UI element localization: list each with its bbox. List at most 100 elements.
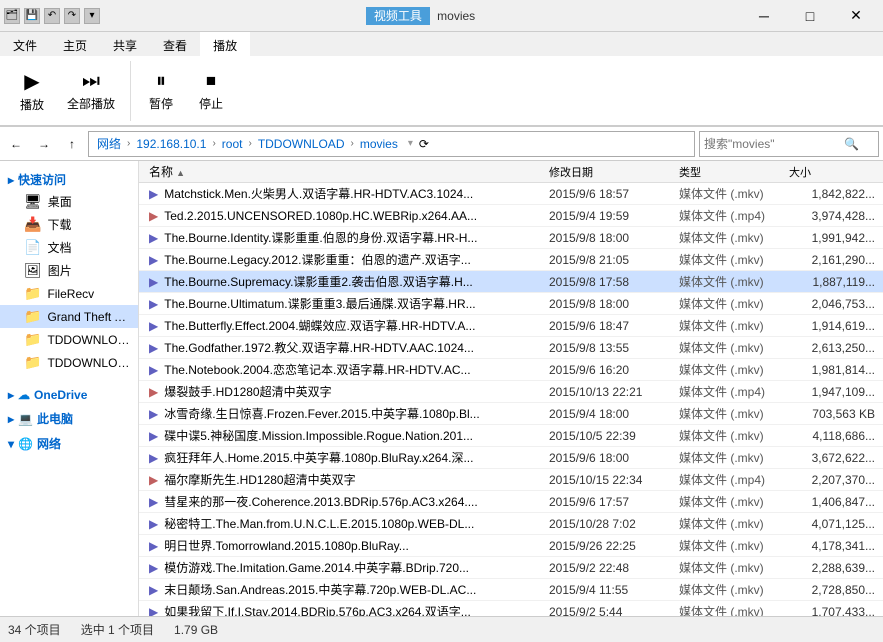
- up-button[interactable]: ↑: [60, 132, 84, 156]
- sidebar-item-desktop[interactable]: 🖥 桌面: [0, 190, 138, 213]
- sidebar-item-gta[interactable]: 📁 Grand Theft Auto: [0, 305, 138, 328]
- title-bar-title: 视频工具 movies: [100, 7, 741, 24]
- network-group[interactable]: ▾ 🌐 网络: [0, 429, 138, 454]
- quick-access-group[interactable]: ▸ 快速访问: [0, 165, 138, 190]
- table-row[interactable]: ▶ The.Butterfly.Effect.2004.蝴蝶效应.双语字幕.HR…: [139, 315, 883, 337]
- onedrive-group[interactable]: ▸ ☁ OneDrive: [0, 382, 138, 404]
- table-row[interactable]: ▶ 爆裂鼓手.HD1280超清中英双字 2015/10/13 22:21 媒体文…: [139, 381, 883, 403]
- undo-btn[interactable]: ↶: [44, 8, 60, 24]
- table-row[interactable]: ▶ 如果我留下.If.I.Stay.2014.BDRip.576p.AC3.x2…: [139, 601, 883, 616]
- sidebar-pictures-label: 图片: [48, 262, 72, 279]
- window-title: movies: [437, 9, 475, 23]
- file-size-cell: 1,991,942...: [783, 229, 883, 247]
- maximize-button[interactable]: □: [787, 0, 833, 32]
- dropdown-btn[interactable]: ▾: [84, 8, 100, 24]
- file-type-icon: ▶: [149, 605, 158, 617]
- table-row[interactable]: ▶ 末日颠场.San.Andreas.2015.中英字幕.720p.WEB-DL…: [139, 579, 883, 601]
- table-row[interactable]: ▶ Ted.2.2015.UNCENSORED.1080p.HC.WEBRip.…: [139, 205, 883, 227]
- table-row[interactable]: ▶ 彗星来的那一夜.Coherence.2013.BDRip.576p.AC3.…: [139, 491, 883, 513]
- table-row[interactable]: ▶ 冰雪奇缘.生日惊喜.Frozen.Fever.2015.中英字幕.1080p…: [139, 403, 883, 425]
- minimize-button[interactable]: ─: [741, 0, 787, 32]
- file-size-cell: 1,947,109...: [783, 383, 883, 401]
- file-name-cell: ▶ 碟中谍5.神秘国度.Mission.Impossible.Rogue.Nat…: [143, 425, 543, 446]
- sidebar-item-downloads[interactable]: 📥 下载: [0, 213, 138, 236]
- sidebar-item-documents[interactable]: 📄 文档: [0, 236, 138, 259]
- file-name-cell: ▶ 爆裂鼓手.HD1280超清中英双字: [143, 381, 543, 402]
- file-date-cell: 2015/9/8 17:58: [543, 273, 673, 291]
- column-headers: 名称 ▲ 修改日期 类型 大小: [139, 161, 883, 183]
- table-row[interactable]: ▶ The.Godfather.1972.教父.双语字幕.HR-HDTV.AAC…: [139, 337, 883, 359]
- file-type-cell: 媒体文件 (.mkv): [673, 491, 783, 512]
- search-box[interactable]: 🔍: [699, 131, 879, 157]
- table-row[interactable]: ▶ 模仿游戏.The.Imitation.Game.2014.中英字幕.BDri…: [139, 557, 883, 579]
- close-button[interactable]: ✕: [833, 0, 879, 32]
- file-type-icon: ▶: [149, 495, 158, 509]
- table-row[interactable]: ▶ The.Bourne.Legacy.2012.谍影重重：伯恩的遗产.双语字.…: [139, 249, 883, 271]
- computer-group[interactable]: ▸ 💻 此电脑: [0, 404, 138, 429]
- quick-access-btn[interactable]: 💾: [24, 8, 40, 24]
- filerecv-icon: 📁: [24, 285, 41, 302]
- refresh-icon[interactable]: ⟳: [419, 137, 429, 151]
- file-name-label: 模仿游戏.The.Imitation.Game.2014.中英字幕.BDrip.…: [164, 559, 469, 576]
- search-input[interactable]: [704, 137, 844, 151]
- search-icon[interactable]: 🔍: [844, 137, 859, 151]
- table-row[interactable]: ▶ 碟中谍5.神秘国度.Mission.Impossible.Rogue.Nat…: [139, 425, 883, 447]
- file-name-cell: ▶ Matchstick.Men.火柴男人.双语字幕.HR-HDTV.AC3.1…: [143, 183, 543, 204]
- col-header-size[interactable]: 大小: [783, 162, 883, 182]
- play-all-btn[interactable]: ⏭ 全部播放: [58, 65, 124, 117]
- stop-btn[interactable]: ⏹ 停止: [187, 65, 235, 117]
- path-network[interactable]: 网络: [93, 135, 125, 152]
- table-row[interactable]: ▶ The.Bourne.Ultimatum.谍影重重3.最后通牒.双语字幕.H…: [139, 293, 883, 315]
- table-row[interactable]: ▶ The.Bourne.Supremacy.谍影重重2.袭击伯恩.双语字幕.H…: [139, 271, 883, 293]
- tab-share[interactable]: 共享: [100, 32, 150, 56]
- path-ip[interactable]: 192.168.10.1: [132, 137, 210, 151]
- file-name-label: 福尔摩斯先生.HD1280超清中英双字: [164, 471, 355, 488]
- table-row[interactable]: ▶ 疯狂拜年人.Home.2015.中英字幕.1080p.BluRay.x264…: [139, 447, 883, 469]
- quick-access-arrow: ▸: [8, 173, 14, 187]
- table-row[interactable]: ▶ 秘密特工.The.Man.from.U.N.C.L.E.2015.1080p…: [139, 513, 883, 535]
- tab-home[interactable]: 主页: [50, 32, 100, 56]
- file-date-cell: 2015/10/28 7:02: [543, 515, 673, 533]
- path-root[interactable]: root: [218, 137, 247, 151]
- table-row[interactable]: ▶ 福尔摩斯先生.HD1280超清中英双字 2015/10/15 22:34 媒…: [139, 469, 883, 491]
- file-type-cell: 媒体文件 (.mkv): [673, 249, 783, 270]
- path-arrow-4: ›: [350, 138, 353, 149]
- file-name-label: The.Notebook.2004.恋恋笔记本.双语字幕.HR-HDTV.AC.…: [164, 361, 470, 378]
- file-type-icon: ▶: [149, 319, 158, 333]
- file-size-cell: 1,887,119...: [783, 273, 883, 291]
- table-row[interactable]: ▶ The.Bourne.Identity.谍影重重.伯恩的身份.双语字幕.HR…: [139, 227, 883, 249]
- tab-view[interactable]: 查看: [150, 32, 200, 56]
- path-tddownload[interactable]: TDDOWNLOAD: [254, 137, 349, 151]
- pause-btn[interactable]: ⏸ 暂停: [137, 65, 185, 117]
- col-header-type[interactable]: 类型: [673, 162, 783, 182]
- col-header-name[interactable]: 名称 ▲: [143, 161, 543, 182]
- sidebar-tddownload1-label: TDDOWNLOAD: [47, 333, 130, 347]
- back-button[interactable]: ←: [4, 132, 28, 156]
- file-name-cell: ▶ 福尔摩斯先生.HD1280超清中英双字: [143, 469, 543, 490]
- tab-file[interactable]: 文件: [0, 32, 50, 56]
- play-btn[interactable]: ▶ 播放: [8, 64, 56, 118]
- table-row[interactable]: ▶ Matchstick.Men.火柴男人.双语字幕.HR-HDTV.AC3.1…: [139, 183, 883, 205]
- table-row[interactable]: ▶ The.Notebook.2004.恋恋笔记本.双语字幕.HR-HDTV.A…: [139, 359, 883, 381]
- path-movies[interactable]: movies: [356, 137, 402, 151]
- path-dropdown-arrow[interactable]: ▾: [408, 138, 413, 149]
- col-header-date[interactable]: 修改日期: [543, 162, 673, 182]
- sidebar-item-filerecv[interactable]: 📁 FileRecv: [0, 282, 138, 305]
- address-path[interactable]: 网络 › 192.168.10.1 › root › TDDOWNLOAD › …: [88, 131, 695, 157]
- onedrive-icon: ☁: [18, 388, 30, 402]
- tab-play[interactable]: 播放: [200, 32, 250, 56]
- tool-tab-label: 视频工具: [366, 7, 430, 25]
- file-name-label: The.Butterfly.Effect.2004.蝴蝶效应.双语字幕.HR-H…: [164, 317, 475, 334]
- file-type-cell: 媒体文件 (.mkv): [673, 403, 783, 424]
- table-row[interactable]: ▶ 明日世界.Tomorrowland.2015.1080p.BluRay...…: [139, 535, 883, 557]
- file-name-cell: ▶ The.Butterfly.Effect.2004.蝴蝶效应.双语字幕.HR…: [143, 315, 543, 336]
- gta-icon: 📁: [24, 308, 41, 325]
- sidebar-item-tddownload2[interactable]: 📁 TDDOWNLOAD: [0, 351, 138, 374]
- redo-btn[interactable]: ↷: [64, 8, 80, 24]
- sidebar-item-tddownload1[interactable]: 📁 TDDOWNLOAD: [0, 328, 138, 351]
- sidebar-documents-label: 文档: [47, 239, 71, 256]
- file-date-cell: 2015/9/6 18:00: [543, 449, 673, 467]
- forward-button[interactable]: →: [32, 132, 56, 156]
- sidebar-item-pictures[interactable]: 🖼 图片: [0, 259, 138, 282]
- file-date-cell: 2015/9/2 22:48: [543, 559, 673, 577]
